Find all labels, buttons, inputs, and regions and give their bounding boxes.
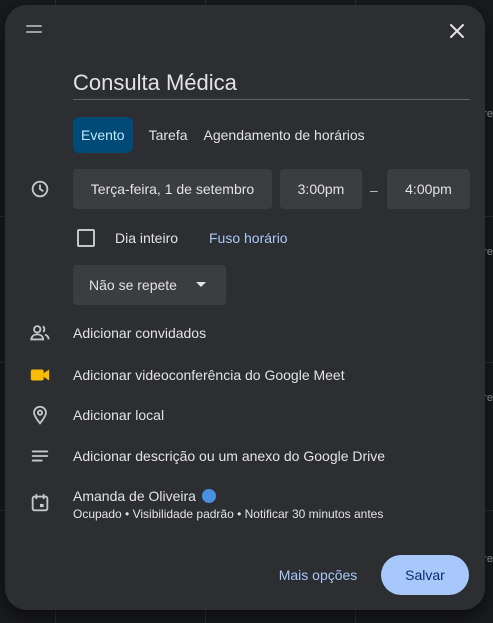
tab-agendamento[interactable]: Agendamento de horários: [196, 117, 373, 153]
date-picker-button[interactable]: Terça-feira, 1 de setembro: [73, 169, 272, 209]
add-location-button[interactable]: Adicionar local: [73, 407, 164, 423]
add-meet-button[interactable]: Adicionar videoconferência do Google Mee…: [73, 367, 345, 383]
people-icon: [30, 325, 50, 341]
all-day-checkbox[interactable]: [77, 229, 95, 247]
time-separator: –: [370, 182, 378, 198]
tab-tarefa[interactable]: Tarefa: [141, 117, 196, 153]
description-icon: [31, 450, 49, 462]
repeat-selected-value: Não se repete: [89, 277, 177, 293]
google-meet-icon: [30, 369, 50, 381]
save-button[interactable]: Salvar: [381, 555, 469, 595]
close-icon: [450, 24, 464, 38]
calendar-details: Ocupado • Visibilidade padrão • Notifica…: [73, 507, 384, 521]
event-type-tabs: Evento Tarefa Agendamento de horários: [73, 117, 373, 153]
location-pin-icon: [33, 405, 47, 425]
calendar-owner-name: Amanda de Oliveira: [73, 488, 196, 504]
add-description-button[interactable]: Adicionar descrição ou um anexo do Googl…: [73, 448, 385, 464]
tab-evento[interactable]: Evento: [73, 117, 133, 153]
drag-handle-icon[interactable]: [26, 25, 42, 35]
event-dialog: Evento Tarefa Agendamento de horários Te…: [5, 5, 485, 610]
more-options-button[interactable]: Mais opções: [273, 560, 363, 590]
repeat-dropdown[interactable]: Não se repete: [73, 265, 226, 305]
close-button[interactable]: [445, 19, 469, 43]
calendar-icon: [31, 493, 49, 512]
add-guests-button[interactable]: Adicionar convidados: [73, 325, 206, 341]
calendar-owner-selector[interactable]: Amanda de Oliveira: [73, 488, 216, 504]
time-zone-link[interactable]: Fuso horário: [209, 230, 288, 246]
all-day-label: Dia inteiro: [115, 230, 179, 246]
calendar-color-dot: [201, 489, 216, 503]
clock-icon: [31, 180, 49, 198]
event-title-input[interactable]: [73, 67, 470, 100]
chevron-down-icon: [196, 282, 206, 287]
end-time-button[interactable]: 4:00pm: [387, 169, 470, 209]
start-time-button[interactable]: 3:00pm: [280, 169, 362, 209]
